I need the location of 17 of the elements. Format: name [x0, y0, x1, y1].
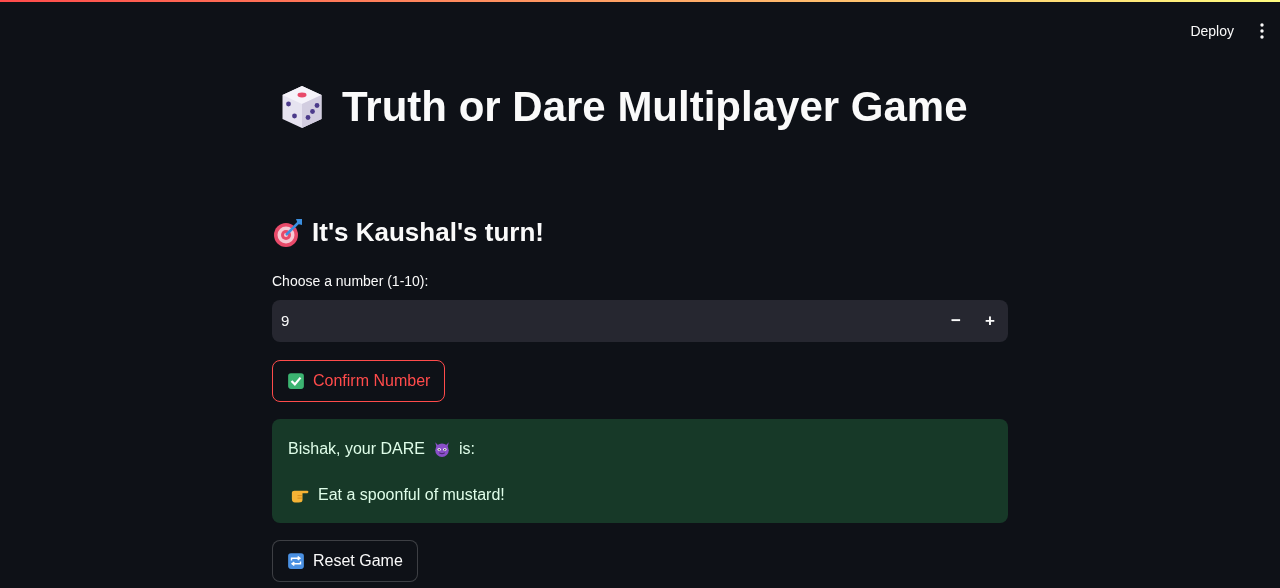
repeat-icon — [287, 551, 305, 570]
page-title: Truth or Dare Multiplayer Game — [342, 82, 968, 132]
decrement-button[interactable]: − — [940, 299, 972, 342]
devil-icon — [432, 439, 451, 458]
number-field[interactable]: 9 — [272, 299, 940, 342]
increment-button[interactable]: + — [972, 299, 1008, 342]
field-label: Choose a number (1-10): — [272, 271, 430, 291]
confirm-button[interactable]: Confirm Number — [272, 359, 446, 402]
target-icon — [272, 216, 304, 249]
menu-icon[interactable] — [1260, 23, 1264, 39]
turn-heading: It's Kaushal's turn! — [312, 217, 544, 249]
reset-button[interactable]: Reset Game — [272, 539, 418, 582]
deploy-button[interactable]: Deploy — [1180, 16, 1244, 46]
check-icon — [287, 371, 305, 390]
dare-intro: is: — [458, 438, 475, 459]
dare-text: Eat a spoonful of mustard! — [318, 484, 505, 505]
dare-intro: Bishak, your DARE — [288, 438, 425, 459]
